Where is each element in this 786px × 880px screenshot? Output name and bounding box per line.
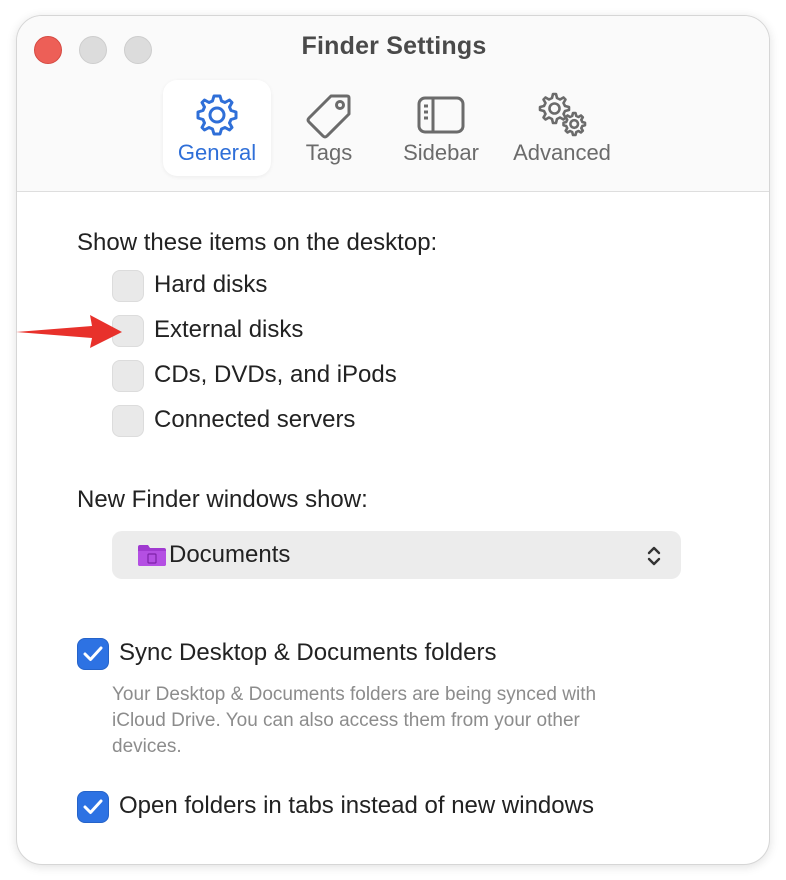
tab-tags[interactable]: Tags <box>283 80 375 176</box>
desktop-items-heading: Show these items on the desktop: <box>77 229 438 256</box>
hard-disks-checkbox[interactable] <box>112 270 144 302</box>
tab-sidebar[interactable]: Sidebar <box>393 80 489 176</box>
tab-general-label: General <box>177 140 257 165</box>
connected-servers-label: Connected servers <box>154 406 356 433</box>
tab-advanced-label: Advanced <box>513 140 611 165</box>
connected-servers-checkbox[interactable] <box>112 405 144 437</box>
new-windows-select[interactable]: Documents <box>112 531 681 579</box>
new-windows-select-value: Documents <box>169 541 291 568</box>
toolbar: Finder Settings General Tags Sidebar Adv… <box>17 16 769 192</box>
gears-icon <box>538 92 587 137</box>
folder-icon <box>138 545 166 566</box>
open-folders-in-tabs-checkbox[interactable] <box>77 791 109 823</box>
tab-advanced[interactable]: Advanced <box>503 80 621 176</box>
open-folders-in-tabs-label: Open folders in tabs instead of new wind… <box>119 792 594 819</box>
checkmark-icon <box>83 799 103 814</box>
window-title: Finder Settings <box>301 32 487 60</box>
sidebar-icon <box>417 96 465 134</box>
tag-icon <box>306 94 351 139</box>
checkmark-icon <box>83 646 103 661</box>
tab-general[interactable]: General <box>163 80 271 176</box>
sync-desktop-documents-checkbox[interactable] <box>77 638 109 670</box>
sync-help-text: Your Desktop & Documents folders are bei… <box>112 684 597 757</box>
cds-dvds-ipods-label: CDs, DVDs, and iPods <box>154 361 397 388</box>
sync-desktop-documents-label: Sync Desktop & Documents folders <box>119 639 497 666</box>
annotation-arrow-icon <box>16 315 122 348</box>
chevron-up-down-icon <box>647 546 661 566</box>
tab-sidebar-label: Sidebar <box>403 140 479 165</box>
gear-icon <box>196 94 238 136</box>
finder-settings-window: Finder Settings General Tags Sidebar Adv… <box>16 15 770 865</box>
cds-dvds-ipods-checkbox[interactable] <box>112 360 144 392</box>
external-disks-label: External disks <box>154 316 304 343</box>
tab-tags-label: Tags <box>305 140 353 165</box>
new-windows-heading: New Finder windows show: <box>77 486 368 513</box>
hard-disks-label: Hard disks <box>154 271 268 298</box>
